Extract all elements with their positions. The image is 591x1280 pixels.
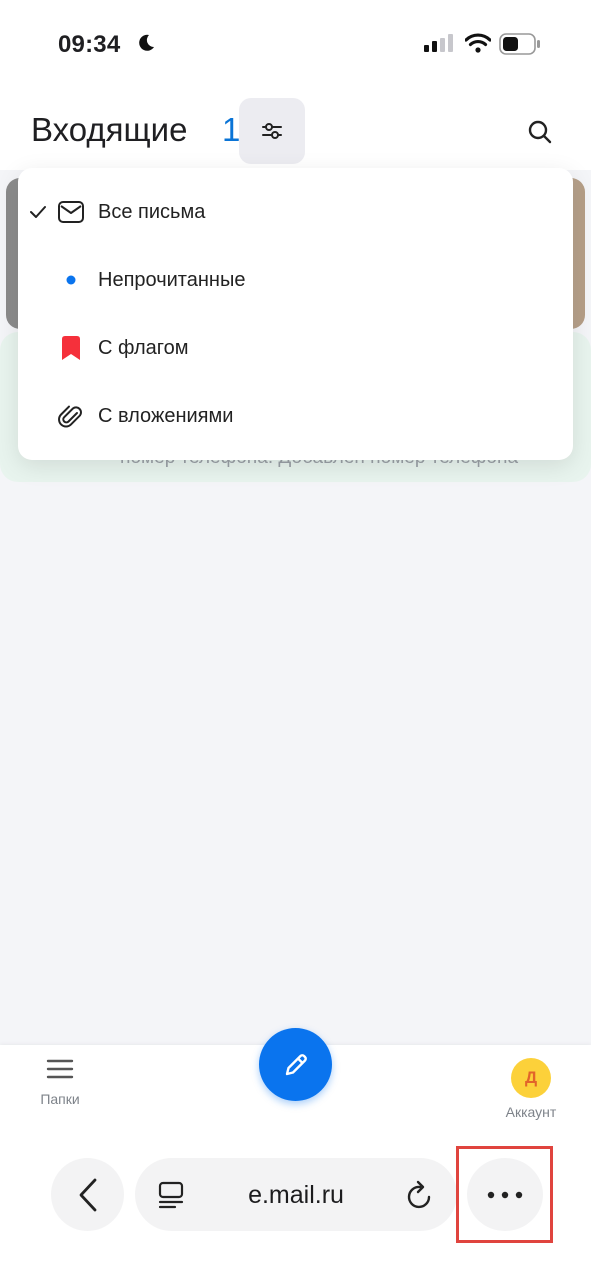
sliders-icon — [262, 123, 282, 139]
account-button[interactable]: Д Аккаунт — [496, 1058, 566, 1120]
filter-flagged[interactable]: С флагом — [18, 314, 573, 382]
filter-attachments[interactable]: С вложениями — [18, 382, 573, 450]
unread-count: 1 — [222, 111, 241, 148]
filter-dropdown: Все письма Непрочитанные С флагом С влож… — [18, 168, 573, 460]
checkmark-icon — [28, 205, 48, 219]
filter-unread[interactable]: Непрочитанные — [18, 246, 573, 314]
inbox-header: Входящие 1 — [0, 92, 591, 170]
highlight-box — [456, 1146, 553, 1243]
folders-button[interactable]: Папки — [30, 1058, 90, 1107]
address-bar[interactable]: e.mail.ru — [135, 1158, 457, 1231]
filter-label: С вложениями — [98, 404, 234, 427]
filter-label: Все письма — [98, 200, 206, 223]
pencil-icon — [285, 1053, 307, 1075]
paperclip-icon — [56, 401, 86, 431]
menu-icon — [46, 1059, 74, 1079]
moon-icon — [136, 33, 156, 58]
compose-button[interactable] — [259, 1028, 332, 1101]
chevron-left-icon — [79, 1178, 96, 1211]
unread-dot-icon — [56, 265, 86, 295]
cellular-signal-icon — [424, 34, 454, 57]
back-button[interactable] — [51, 1158, 124, 1231]
status-bar: 09:34 — [0, 0, 591, 92]
battery-icon — [499, 33, 541, 60]
reload-icon[interactable] — [405, 1179, 435, 1216]
avatar: Д — [511, 1058, 551, 1098]
search-button[interactable] — [520, 112, 560, 152]
page-title: Входящие — [31, 111, 188, 148]
folders-label: Папки — [40, 1091, 80, 1107]
status-time: 09:34 — [58, 31, 121, 58]
search-icon — [528, 120, 552, 144]
filter-label: Непрочитанные — [98, 268, 246, 291]
filter-button[interactable] — [239, 98, 305, 164]
account-label: Аккаунт — [505, 1104, 557, 1120]
filter-label: С флагом — [98, 336, 189, 359]
filter-all-mail[interactable]: Все письма — [18, 178, 573, 246]
flag-icon — [56, 333, 86, 363]
wifi-icon — [464, 33, 492, 58]
envelope-icon — [56, 197, 86, 227]
